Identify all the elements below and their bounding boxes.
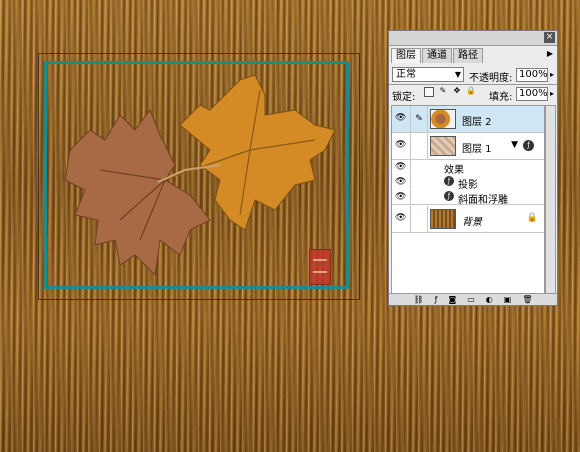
lock-controls: ✎ ✥ 🔒	[424, 87, 476, 97]
effect-row-bevel-emboss[interactable]: 👁 ƒ 斜面和浮雕	[392, 190, 544, 206]
effects-header-row[interactable]: 👁 效果	[392, 160, 544, 176]
eye-icon[interactable]: 👁	[395, 213, 407, 223]
new-layer-icon[interactable]: ▣	[504, 294, 512, 305]
fill-slider-arrow-icon[interactable]: ▸	[548, 87, 556, 101]
layer-name[interactable]: 背景	[462, 213, 482, 228]
eye-cell: 👁	[392, 160, 411, 174]
link-layers-icon[interactable]: ⛓	[413, 294, 423, 305]
effect-label: 斜面和浮雕	[458, 195, 508, 206]
panel-bottom-toolbar: ⛓ ƒ ◙ ▭ ◐ ▣ 🗑	[389, 293, 557, 305]
link-cell	[411, 206, 428, 232]
panel-menu-arrow-icon[interactable]: ▶	[547, 49, 553, 58]
effects-label: 效果	[444, 165, 464, 176]
new-adjustment-layer-icon[interactable]: ◐	[486, 294, 493, 305]
eye-cell: 👁	[392, 206, 411, 232]
fx-icon: ƒ	[444, 191, 454, 201]
lock-all-icon[interactable]: 🔒	[466, 87, 476, 97]
fill-label: 填充:	[489, 92, 513, 103]
close-icon[interactable]: ×	[544, 32, 555, 43]
layer-row-background[interactable]: 👁 背景 🔒	[392, 206, 544, 233]
layer-thumbnail	[430, 109, 456, 129]
tab-channels[interactable]: 通道	[422, 48, 452, 63]
fx-icon: ƒ	[523, 140, 534, 151]
layer-name[interactable]: 图层 1	[462, 140, 492, 155]
layer-row-layer-2[interactable]: 👁 ✎ 图层 2	[392, 106, 544, 133]
layers-scrollbar[interactable]	[545, 105, 556, 295]
eye-cell: 👁	[392, 175, 411, 189]
layers-list: 👁 ✎ 图层 2 👁 图层 1 ▼ ƒ 👁 效果 👁 ƒ 投影 👁 ƒ 斜面和浮	[391, 105, 545, 295]
add-mask-icon[interactable]: ◙	[448, 294, 456, 305]
opacity-field[interactable]: 100%	[516, 68, 548, 82]
link-cell	[411, 133, 428, 159]
panel-tabs: 图层 通道 路径	[391, 48, 484, 63]
eye-icon[interactable]: 👁	[395, 162, 407, 172]
panel-titlebar[interactable]: ×	[389, 31, 557, 46]
eye-cell: 👁	[392, 133, 411, 159]
add-layer-style-icon[interactable]: ƒ	[435, 294, 438, 305]
layer-name[interactable]: 图层 2	[462, 113, 492, 128]
lock-image-pixels-icon[interactable]: ✎	[438, 87, 448, 97]
layer-thumbnail	[430, 209, 456, 229]
eye-icon[interactable]: 👁	[395, 113, 407, 123]
opacity-label: 不透明度:	[469, 73, 513, 84]
fill-field[interactable]: 100%	[516, 87, 548, 101]
red-seal-stamp	[309, 249, 331, 285]
new-group-icon[interactable]: ▭	[467, 294, 475, 305]
lock-icon: 🔒	[526, 213, 538, 223]
eye-cell: 👁	[392, 190, 411, 204]
lock-transparent-pixels-icon[interactable]	[424, 87, 434, 97]
fx-icon: ƒ	[444, 176, 454, 186]
layers-panel: × 图层 通道 路径 ▶ 正常 ▼ 不透明度: 100% ▸ 锁定: ✎ ✥ 🔒…	[388, 30, 558, 306]
delete-layer-icon[interactable]: 🗑	[522, 294, 532, 305]
eye-icon[interactable]: 👁	[395, 140, 407, 150]
eye-icon[interactable]: 👁	[395, 192, 407, 202]
expand-effects-arrow-icon[interactable]: ▼	[511, 140, 518, 150]
divider	[389, 84, 557, 85]
layer-row-layer-1[interactable]: 👁 图层 1 ▼ ƒ	[392, 133, 544, 160]
layer-thumbnail	[430, 136, 456, 156]
chevron-down-icon: ▼	[454, 70, 461, 79]
eye-cell: 👁	[392, 106, 411, 132]
brush-icon: ✎	[411, 106, 428, 132]
blend-mode-value: 正常	[396, 69, 416, 80]
tab-layers[interactable]: 图层	[391, 48, 421, 63]
tab-paths[interactable]: 路径	[453, 48, 483, 63]
eye-icon[interactable]: 👁	[395, 177, 407, 187]
blend-mode-select[interactable]: 正常 ▼	[392, 67, 464, 82]
maple-leaves-image	[64, 74, 336, 277]
lock-label: 锁定:	[392, 92, 416, 103]
lock-position-icon[interactable]: ✥	[452, 87, 462, 97]
opacity-slider-arrow-icon[interactable]: ▸	[548, 68, 556, 82]
effect-label: 投影	[458, 180, 478, 191]
effect-row-drop-shadow[interactable]: 👁 ƒ 投影	[392, 175, 544, 191]
